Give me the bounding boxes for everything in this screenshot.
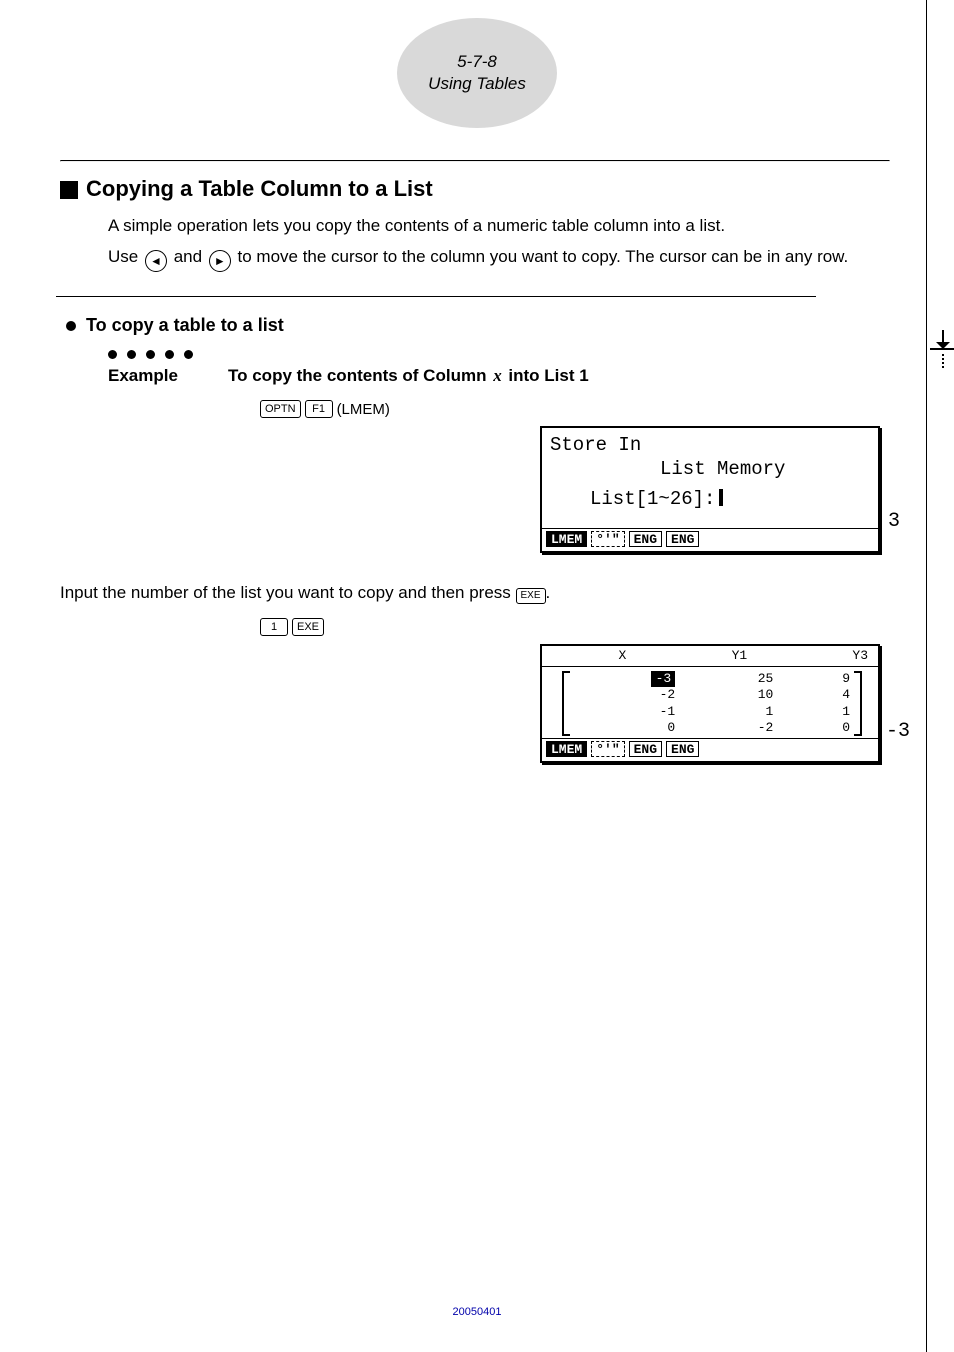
cell-y1-1: 10 <box>685 687 783 703</box>
key-sequence-1: OPTN F1 (LMEM) <box>260 400 890 418</box>
header-badge: 5-7-8 Using Tables <box>397 18 557 128</box>
table-row: -1 1 1 <box>564 704 860 720</box>
softkey-eng: ENG <box>629 531 662 547</box>
screen2-right-value: -3 <box>886 720 910 743</box>
key-fn-lmem: (LMEM) <box>337 401 390 418</box>
table-row: 0 -2 0 <box>564 720 860 736</box>
cell-x-1: -2 <box>564 687 685 703</box>
left-arrow-key-icon: ◄ <box>145 250 167 272</box>
bullet-dot-icon <box>66 321 76 331</box>
softkey-dms: °'" <box>591 531 624 547</box>
key-optn: OPTN <box>260 400 301 418</box>
section-para-1: A simple operation lets you copy the con… <box>108 214 890 239</box>
example-dots <box>108 346 890 364</box>
section-title-text: Copying a Table Column to a List <box>86 176 433 202</box>
th-y1: Y1 <box>636 648 757 667</box>
key-1: 1 <box>260 618 288 636</box>
subsection-heading: To copy a table to a list <box>66 315 890 336</box>
section-rule-top <box>60 160 890 162</box>
cell-y3-0: 9 <box>783 671 860 687</box>
tbl-bracket: -3 25 9 -2 10 4 -1 1 <box>562 671 862 736</box>
page-title: Using Tables <box>428 74 526 94</box>
th-y3: Y3 <box>757 648 878 667</box>
cell-y1-0: 25 <box>685 671 783 687</box>
softkey-dms-2: °'" <box>591 741 624 757</box>
cell-y1-3: -2 <box>685 720 783 736</box>
cell-x-2: -1 <box>564 704 685 720</box>
para2-b: and <box>169 247 207 266</box>
example-row: Example To copy the contents of Column x… <box>108 366 890 386</box>
para2-a: Use <box>108 247 143 266</box>
screen2-table: X Y1 Y3 <box>542 648 878 667</box>
softkey-lmem: LMEM <box>546 531 587 547</box>
cell-x-0-inv: -3 <box>651 671 675 687</box>
cell-y1-2: 1 <box>685 704 783 720</box>
example-text: To copy the contents of Column x into Li… <box>228 366 589 386</box>
example-label: Example <box>108 366 228 386</box>
subsection-rule <box>56 296 816 297</box>
cell-y3-1: 4 <box>783 687 860 703</box>
key-exe: EXE <box>292 618 324 636</box>
right-page-border <box>926 0 927 1352</box>
page-content: Copying a Table Column to a List A simpl… <box>60 160 890 793</box>
table-row: -3 25 9 <box>564 671 860 687</box>
key-sequence-2: 1 EXE <box>260 618 890 636</box>
cell-y3-3: 0 <box>783 720 860 736</box>
text-cursor-icon <box>719 489 723 506</box>
subsection-title-text: To copy a table to a list <box>86 315 284 336</box>
cell-x-3: 0 <box>564 720 685 736</box>
screen1-line2: List Memory <box>550 458 870 482</box>
softkey-eng-over: ENG <box>666 531 699 547</box>
section-heading: Copying a Table Column to a List <box>60 176 890 202</box>
right-arrow-key-icon: ► <box>209 250 231 272</box>
footer-date: 20050401 <box>0 1306 954 1318</box>
example-text-a: To copy the contents of Column <box>228 366 491 385</box>
cell-y3-2: 1 <box>783 704 860 720</box>
instruction-2: Input the number of the list you want to… <box>60 583 890 604</box>
softkey-eng-2: ENG <box>629 741 662 757</box>
screen1-line1: Store In <box>550 434 870 458</box>
example-text-b: into List 1 <box>504 366 589 385</box>
square-bullet-icon <box>60 181 78 199</box>
table-row: -2 10 4 <box>564 687 860 703</box>
para2-c: to move the cursor to the column you wan… <box>233 247 848 266</box>
section-para-2: Use ◄ and ► to move the cursor to the co… <box>108 245 890 273</box>
screen-row-2: X Y1 Y3 -3 25 9 <box>60 644 890 763</box>
key-f1: F1 <box>305 400 333 418</box>
screen-row-1: Store In List Memory List[1~26]: LMEM °'… <box>60 426 890 553</box>
screen1-right-value: 3 <box>888 510 900 533</box>
example-var-x: x <box>491 366 504 385</box>
instr2-b: . <box>546 583 551 602</box>
instr2-a: Input the number of the list you want to… <box>60 583 516 602</box>
softkey-lmem-2: LMEM <box>546 741 587 757</box>
key-exe-inline: EXE <box>516 588 546 604</box>
softkey-bar-1: LMEM °'" ENG ENG <box>542 528 878 551</box>
calc-screen-2: X Y1 Y3 -3 25 9 <box>540 644 880 763</box>
calc-screen-1: Store In List Memory List[1~26]: LMEM °'… <box>540 426 880 553</box>
crop-mark-icon <box>928 330 954 374</box>
softkey-eng-over-2: ENG <box>666 741 699 757</box>
screen1-line3: List[1~26]: <box>550 488 870 512</box>
page-number: 5-7-8 <box>457 52 497 72</box>
softkey-bar-2: LMEM °'" ENG ENG <box>542 738 878 761</box>
th-x: X <box>542 648 636 667</box>
